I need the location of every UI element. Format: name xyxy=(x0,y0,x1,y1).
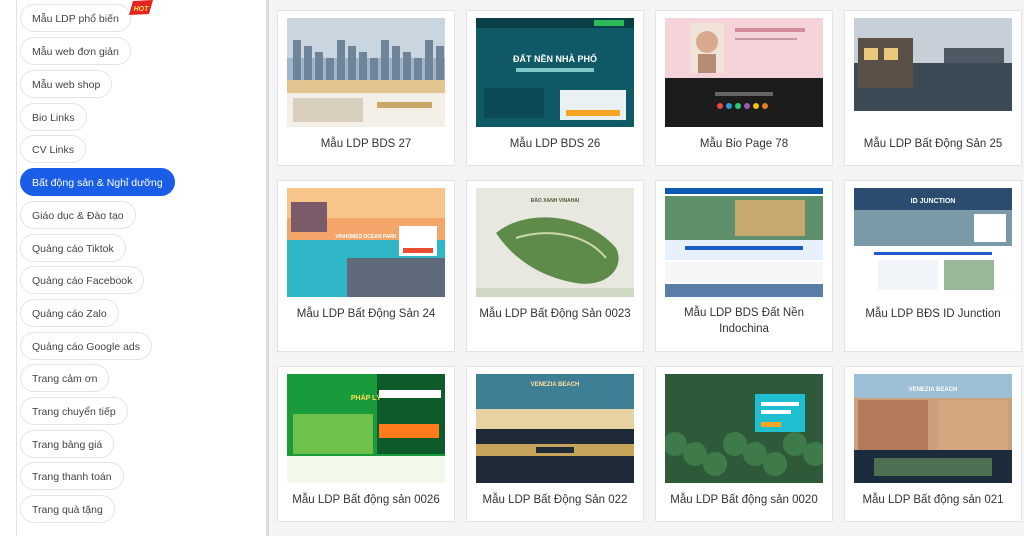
template-thumbnail[interactable] xyxy=(665,374,823,483)
template-title[interactable]: Mẫu Bio Page 78 xyxy=(662,136,826,152)
category-label: Quảng cáo Facebook xyxy=(32,275,133,287)
template-title[interactable]: Mẫu LDP Bất Động Sản 24 xyxy=(284,306,448,322)
category-label: Quảng cáo Zalo xyxy=(32,308,107,320)
template-grid: Mẫu LDP BDS 27 ĐẤT NỀN NHÀ PHỐ Mẫu LDP BDS… xyxy=(269,0,1024,536)
category-label: Mẫu web shop xyxy=(32,79,101,91)
template-title[interactable]: Mẫu LDP BDS Đất Nền Indochina xyxy=(662,305,826,337)
category-item[interactable]: Quảng cáo Facebook xyxy=(20,266,145,294)
template-card[interactable]: VENEZIA BEACH Mẫu LDP Bất động sản 021 xyxy=(844,366,1022,522)
category-label: Trang cảm ơn xyxy=(32,373,98,385)
category-item[interactable]: Giáo dục & Đào tạo xyxy=(20,201,136,229)
template-card[interactable]: Mẫu LDP BDS Đất Nền Indochina xyxy=(655,180,833,352)
category-label: Mẫu web đơn giản xyxy=(32,46,119,58)
template-title[interactable]: Mẫu LDP Bất Động Sản 0023 xyxy=(473,306,637,322)
template-thumbnail[interactable] xyxy=(665,188,823,297)
thumb-heading: ID JUNCTION xyxy=(911,198,956,205)
category-label: Bio Links xyxy=(32,112,75,124)
category-item[interactable]: Trang chuyển tiếp xyxy=(20,397,128,425)
thumb-heading: VENEZIA BEACH xyxy=(531,382,580,388)
category-label: Trang bảng giá xyxy=(32,439,103,451)
category-sidebar: Mẫu LDP phổ biến HOT Mẫu web đơn giản Mẫu w… xyxy=(0,0,269,536)
category-label: Quảng cáo Tiktok xyxy=(32,243,114,255)
hot-badge-text: HOT xyxy=(134,6,150,13)
category-item[interactable]: CV Links xyxy=(20,135,87,163)
template-card[interactable]: VENEZIA BEACH Mẫu LDP Bất Động Sản 022 xyxy=(466,366,644,522)
template-thumbnail[interactable]: ĐẤT NỀN NHÀ PHỐ xyxy=(476,18,634,127)
template-thumbnail[interactable] xyxy=(287,18,445,127)
category-item[interactable]: Trang thanh toán xyxy=(20,462,124,490)
category-item[interactable]: Quảng cáo Tiktok xyxy=(20,234,126,262)
template-thumbnail[interactable]: ID JUNCTION xyxy=(854,188,1012,297)
template-card[interactable]: VINHOMES OCEAN PARK Mẫu LDP Bất Động Sản … xyxy=(277,180,455,352)
template-card[interactable]: Mẫu LDP Bất động sản 0020 xyxy=(655,366,833,522)
template-thumbnail[interactable]: ĐẢO XANH VINAHAI xyxy=(476,188,634,297)
category-label: Mẫu LDP phổ biến xyxy=(32,13,119,25)
category-label: Quảng cáo Google ads xyxy=(32,341,140,353)
thumb-heading: ĐẢO XANH VINAHAI xyxy=(531,197,580,204)
thumb-heading: ĐẤT NỀN NHÀ PHỐ xyxy=(513,53,597,64)
category-item[interactable]: Trang quà tặng xyxy=(20,495,115,523)
template-title[interactable]: Mẫu LDP Bất động sản 0026 xyxy=(284,492,448,508)
thumb-heading: PHÁP LÝ xyxy=(351,393,382,402)
template-card[interactable]: ĐẢO XANH VINAHAI Mẫu LDP Bất Động Sản 002… xyxy=(466,180,644,352)
thumb-heading: VENEZIA BEACH xyxy=(909,387,958,393)
template-card[interactable]: Mẫu LDP BDS 27 xyxy=(277,10,455,166)
template-title[interactable]: Mẫu LDP BĐS ID Junction xyxy=(851,306,1015,322)
category-item[interactable]: Trang cảm ơn xyxy=(20,364,110,392)
category-item[interactable]: Bất động sản & Nghỉ dưỡng xyxy=(20,168,175,196)
template-title[interactable]: Mẫu LDP BDS 26 xyxy=(473,136,637,152)
hot-badge-icon: HOT xyxy=(127,0,155,17)
template-title[interactable]: Mẫu LDP Bất động sản 021 xyxy=(851,492,1015,508)
category-label: Giáo dục & Đào tạo xyxy=(32,210,124,222)
template-thumbnail[interactable]: VENEZIA BEACH xyxy=(476,374,634,483)
category-label: Bất động sản & Nghỉ dưỡng xyxy=(32,177,163,189)
category-label: Trang thanh toán xyxy=(32,471,112,483)
template-card[interactable]: Mẫu Bio Page 78 xyxy=(655,10,833,166)
template-thumbnail[interactable]: VENEZIA BEACH xyxy=(854,374,1012,483)
template-thumbnail[interactable]: VINHOMES OCEAN PARK xyxy=(287,188,445,297)
thumb-heading: VINHOMES OCEAN PARK xyxy=(335,234,397,240)
template-title[interactable]: Mẫu LDP BDS 27 xyxy=(284,136,448,152)
template-thumbnail[interactable] xyxy=(854,18,1012,127)
category-label: CV Links xyxy=(32,144,75,156)
category-item[interactable]: Quảng cáo Zalo xyxy=(20,299,119,327)
template-title[interactable]: Mẫu LDP Bất Động Sản 022 xyxy=(473,492,637,508)
template-card[interactable]: ĐẤT NỀN NHÀ PHỐ Mẫu LDP BDS 26 xyxy=(466,10,644,166)
template-card[interactable]: Mẫu LDP Bất Động Sản 25 xyxy=(844,10,1022,166)
template-title[interactable]: Mẫu LDP Bất Động Sản 25 xyxy=(851,136,1015,152)
category-item[interactable]: Trang bảng giá xyxy=(20,430,115,458)
sidebar-divider xyxy=(16,0,17,536)
category-item[interactable]: Bio Links xyxy=(20,103,87,131)
category-label: Trang chuyển tiếp xyxy=(32,406,116,418)
template-thumbnail[interactable]: PHÁP LÝ xyxy=(287,374,445,483)
category-item[interactable]: Mẫu LDP phổ biến HOT xyxy=(20,0,153,32)
category-label: Trang quà tặng xyxy=(32,504,103,516)
template-title[interactable]: Mẫu LDP Bất động sản 0020 xyxy=(662,492,826,508)
category-item[interactable]: Mẫu web đơn giản xyxy=(20,37,131,65)
category-item[interactable]: Quảng cáo Google ads xyxy=(20,332,152,360)
template-card[interactable]: PHÁP LÝ Mẫu LDP Bất động sản 0026 xyxy=(277,366,455,522)
template-thumbnail[interactable] xyxy=(665,18,823,127)
template-card[interactable]: ID JUNCTION Mẫu LDP BĐS ID Junction xyxy=(844,180,1022,352)
category-item[interactable]: Mẫu web shop xyxy=(20,70,113,98)
